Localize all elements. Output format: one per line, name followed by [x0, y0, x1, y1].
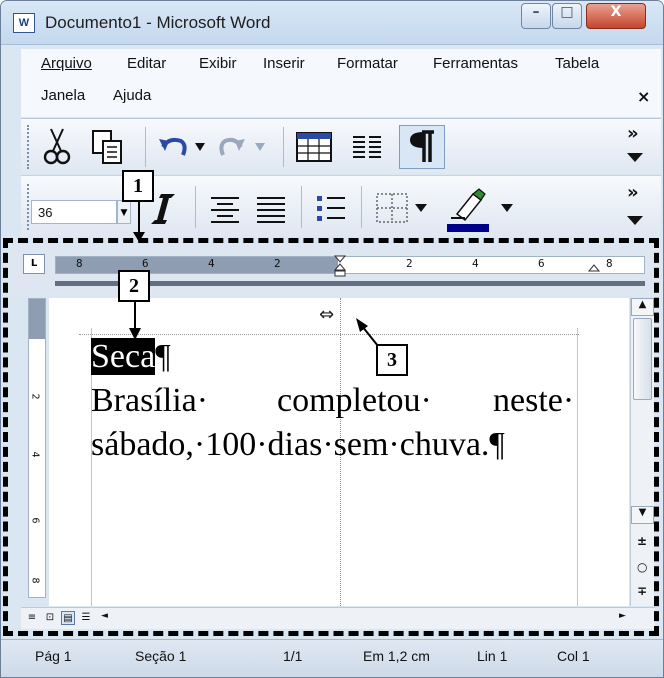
close-document-icon[interactable]: × [637, 87, 650, 106]
status-bar: Pág 1 Seção 1 1/1 Em 1,2 cm Lin 1 Col 1 [1, 639, 663, 677]
toolbar-separator [283, 127, 284, 167]
standard-toolbar: » [21, 118, 661, 174]
status-position: Em 1,2 cm [363, 648, 430, 664]
redo-icon[interactable] [215, 129, 271, 165]
insert-table-icon[interactable] [293, 127, 337, 167]
align-center-icon[interactable] [205, 188, 245, 228]
menu-arquivo[interactable]: Arquivo [41, 55, 92, 72]
menu-editar[interactable]: Editar [127, 55, 166, 72]
minimize-button[interactable]: – [521, 3, 551, 29]
word-app-icon[interactable]: W [13, 13, 35, 33]
maximize-button[interactable]: □ [552, 3, 582, 29]
font-size-dropdown-icon[interactable]: ▼ [117, 200, 131, 224]
toolbar-overflow-icon[interactable]: » [627, 125, 639, 143]
status-section: Seção 1 [135, 648, 187, 664]
toolbar-separator [361, 186, 362, 228]
close-button[interactable]: X [586, 3, 646, 29]
toolbar-separator [145, 127, 146, 167]
undo-icon[interactable] [155, 129, 211, 165]
window-title: Documento1 - Microsoft Word [45, 13, 271, 32]
columns-icon[interactable] [347, 127, 387, 167]
toolbar-separator [301, 186, 302, 228]
justify-icon[interactable] [251, 188, 291, 228]
toolbar-overflow-icon[interactable]: » [627, 184, 639, 202]
annotation-dashed-region [3, 238, 659, 636]
menu-tabela[interactable]: Tabela [555, 55, 599, 72]
menu-inserir[interactable]: Inserir [263, 55, 305, 72]
status-pages: 1/1 [283, 648, 303, 664]
show-formatting-icon[interactable] [399, 125, 445, 169]
menu-janela[interactable]: Janela [41, 87, 85, 104]
annotation-label-2: 2 [118, 270, 150, 302]
formatting-toolbar: 36 ▼ » [21, 175, 661, 237]
paste-icon[interactable] [87, 127, 127, 167]
menu-ferramentas[interactable]: Ferramentas [433, 55, 518, 72]
bullets-icon[interactable] [311, 188, 351, 228]
toolbar-options-icon[interactable] [627, 212, 643, 230]
cut-icon[interactable] [39, 125, 75, 169]
menu-formatar[interactable]: Formatar [337, 55, 398, 72]
title-bar[interactable]: W Documento1 - Microsoft Word – □ X [1, 1, 663, 45]
menu-bar: Arquivo Editar Exibir Inserir Formatar F… [21, 49, 661, 117]
menu-exibir[interactable]: Exibir [199, 55, 237, 72]
menu-ajuda[interactable]: Ajuda [113, 87, 151, 104]
status-page: Pág 1 [35, 648, 72, 664]
annotation-label-3: 3 [376, 344, 408, 376]
toolbar-separator [195, 186, 196, 228]
borders-icon[interactable] [371, 188, 435, 228]
status-column: Col 1 [557, 648, 590, 664]
annotation-label-1: 1 [122, 170, 154, 202]
status-line: Lin 1 [477, 648, 508, 664]
toolbar-options-icon[interactable] [627, 149, 643, 167]
toolbar-grip[interactable] [27, 125, 33, 169]
font-size-input[interactable]: 36 [31, 200, 117, 224]
highlight-icon[interactable] [441, 184, 521, 234]
